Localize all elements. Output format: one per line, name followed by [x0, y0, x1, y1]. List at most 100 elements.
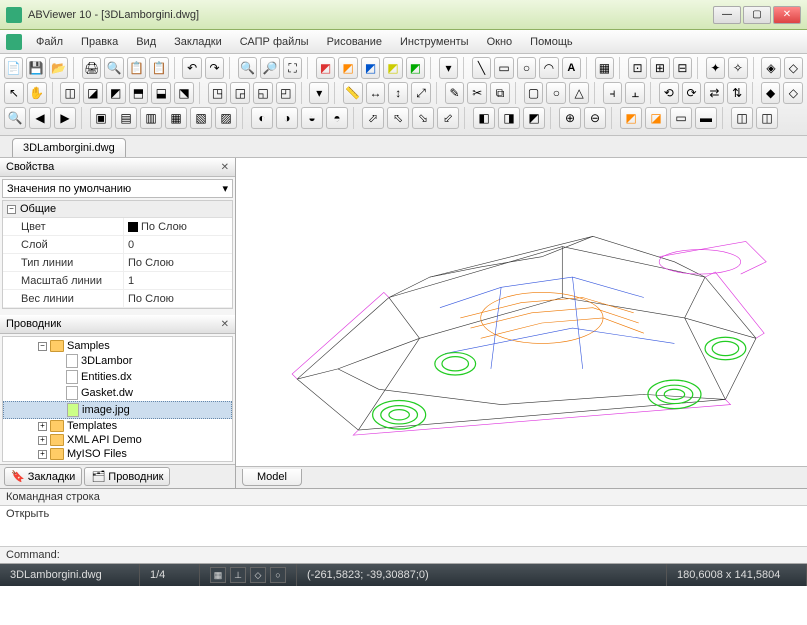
- t3-x-icon[interactable]: ◫: [731, 107, 753, 129]
- dropdown2-icon[interactable]: ▾: [309, 82, 329, 104]
- mod2-icon[interactable]: ⟳: [682, 82, 702, 104]
- zoom-fit-icon[interactable]: ⛶: [283, 57, 302, 79]
- snap3-icon[interactable]: ⊟: [673, 57, 692, 79]
- t3-v-icon[interactable]: ▭: [670, 107, 692, 129]
- tool-c-icon[interactable]: ◈: [761, 57, 780, 79]
- menu-window[interactable]: Окно: [479, 33, 521, 51]
- close-button[interactable]: ✕: [773, 6, 801, 24]
- tree-folder-xmlapi[interactable]: +XML API Demo: [3, 433, 232, 447]
- snap2-icon[interactable]: ⊞: [650, 57, 669, 79]
- t3-r-icon[interactable]: ⊕: [559, 107, 581, 129]
- properties-close-icon[interactable]: ✕: [221, 162, 229, 173]
- t3-y-icon[interactable]: ◫: [756, 107, 778, 129]
- t3-p-icon[interactable]: ◨: [498, 107, 520, 129]
- t3-g-icon[interactable]: ◐: [251, 107, 273, 129]
- copy-icon[interactable]: 📋: [127, 57, 146, 79]
- save-icon[interactable]: 💾: [26, 57, 45, 79]
- tree-folder-myiso[interactable]: +MyISO Files: [3, 447, 232, 461]
- command-prompt[interactable]: Command:: [0, 546, 807, 564]
- tree-folder-samples[interactable]: − Samples: [3, 339, 232, 353]
- menu-file[interactable]: Файл: [28, 33, 71, 51]
- layer-blue-icon[interactable]: ◩: [361, 57, 380, 79]
- tool-a-icon[interactable]: ✦: [706, 57, 725, 79]
- view6-icon[interactable]: ⬔: [174, 82, 194, 104]
- dim1-icon[interactable]: ↔: [366, 82, 386, 104]
- menu-edit[interactable]: Правка: [73, 33, 126, 51]
- align1-icon[interactable]: ⫞: [603, 82, 623, 104]
- undo-icon[interactable]: ↶: [182, 57, 201, 79]
- t3-h-icon[interactable]: ◑: [276, 107, 298, 129]
- view3-icon[interactable]: ◩: [106, 82, 126, 104]
- grid-icon[interactable]: ▦: [595, 57, 614, 79]
- t3-b-icon[interactable]: ▤: [115, 107, 137, 129]
- snap-grid-icon[interactable]: ▦: [210, 567, 226, 583]
- expand-icon[interactable]: −: [38, 342, 47, 351]
- t3-a-icon[interactable]: ▣: [90, 107, 112, 129]
- align2-icon[interactable]: ⫠: [625, 82, 645, 104]
- prop-row-color[interactable]: Цвет По Слою: [3, 218, 232, 236]
- snap-mid-icon[interactable]: ○: [270, 567, 286, 583]
- mod1-icon[interactable]: ⟲: [659, 82, 679, 104]
- view1-icon[interactable]: ◫: [60, 82, 80, 104]
- tool-b-icon[interactable]: ✧: [728, 57, 747, 79]
- explorer-close-icon[interactable]: ✕: [221, 319, 229, 330]
- defaults-dropdown[interactable]: Значения по умолчанию ▾: [2, 179, 233, 198]
- tool-d-icon[interactable]: ◇: [784, 57, 803, 79]
- maximize-button[interactable]: ▢: [743, 6, 771, 24]
- tree-file-3[interactable]: Gasket.dw: [3, 385, 232, 401]
- t3-f-icon[interactable]: ▨: [215, 107, 237, 129]
- t3-s-icon[interactable]: ⊖: [584, 107, 606, 129]
- t3-o-icon[interactable]: ◧: [473, 107, 495, 129]
- properties-section-general[interactable]: − Общие: [3, 201, 232, 218]
- extra1-icon[interactable]: ◆: [761, 82, 781, 104]
- measure-icon[interactable]: 📏: [343, 82, 363, 104]
- menu-cad-files[interactable]: САПР файлы: [232, 33, 317, 51]
- shape2-icon[interactable]: ○: [546, 82, 566, 104]
- shape1-icon[interactable]: ▢: [524, 82, 544, 104]
- extra2-icon[interactable]: ◇: [783, 82, 803, 104]
- circle-icon[interactable]: ○: [517, 57, 536, 79]
- tab-bookmarks[interactable]: 🔖Закладки: [4, 467, 82, 486]
- layer-orange-icon[interactable]: ◩: [338, 57, 357, 79]
- minimize-button[interactable]: —: [713, 6, 741, 24]
- t3-e-icon[interactable]: ▧: [190, 107, 212, 129]
- prop-row-linetype[interactable]: Тип линии По Слою: [3, 254, 232, 272]
- open-icon[interactable]: 📂: [49, 57, 68, 79]
- zoom-out-icon[interactable]: 🔎: [260, 57, 279, 79]
- prop-row-layer[interactable]: Слой 0: [3, 236, 232, 254]
- view4-icon[interactable]: ⬒: [129, 82, 149, 104]
- new-file-icon[interactable]: 📄: [4, 57, 23, 79]
- edit3-icon[interactable]: ⧉: [490, 82, 510, 104]
- menu-help[interactable]: Помощь: [522, 33, 581, 51]
- t3-t-icon[interactable]: ◩: [620, 107, 642, 129]
- redo-icon[interactable]: ↷: [205, 57, 224, 79]
- zoom-in-icon[interactable]: 🔍: [238, 57, 257, 79]
- view2-icon[interactable]: ◪: [83, 82, 103, 104]
- t3-d-icon[interactable]: ▦: [165, 107, 187, 129]
- tree-file-1[interactable]: 3DLambor: [3, 353, 232, 369]
- document-tab[interactable]: 3DLamborgini.dwg: [12, 138, 126, 157]
- expand-icon[interactable]: +: [38, 436, 47, 445]
- snap-end-icon[interactable]: ◇: [250, 567, 266, 583]
- t3-l-icon[interactable]: ⬁: [387, 107, 409, 129]
- layer-green-icon[interactable]: ◩: [406, 57, 425, 79]
- t3-m-icon[interactable]: ⬂: [412, 107, 434, 129]
- tree-file-4[interactable]: image.jpg: [3, 401, 232, 419]
- t3-n-icon[interactable]: ⬃: [437, 107, 459, 129]
- menu-tools[interactable]: Инструменты: [392, 33, 477, 51]
- snap-ortho-icon[interactable]: ⊥: [230, 567, 246, 583]
- iso4-icon[interactable]: ◰: [276, 82, 296, 104]
- dim2-icon[interactable]: ↕: [388, 82, 408, 104]
- tree-file-2[interactable]: Entities.dx: [3, 369, 232, 385]
- view5-icon[interactable]: ⬓: [151, 82, 171, 104]
- print-preview-icon[interactable]: 🔍: [104, 57, 123, 79]
- iso2-icon[interactable]: ◲: [230, 82, 250, 104]
- rect-icon[interactable]: ▭: [494, 57, 513, 79]
- t3-i-icon[interactable]: ◒: [301, 107, 323, 129]
- line-icon[interactable]: ╲: [472, 57, 491, 79]
- menu-bookmarks[interactable]: Закладки: [166, 33, 230, 51]
- layer-yellow-icon[interactable]: ◩: [383, 57, 402, 79]
- menu-draw[interactable]: Рисование: [319, 33, 390, 51]
- t3-k-icon[interactable]: ⬀: [362, 107, 384, 129]
- mod3-icon[interactable]: ⇄: [704, 82, 724, 104]
